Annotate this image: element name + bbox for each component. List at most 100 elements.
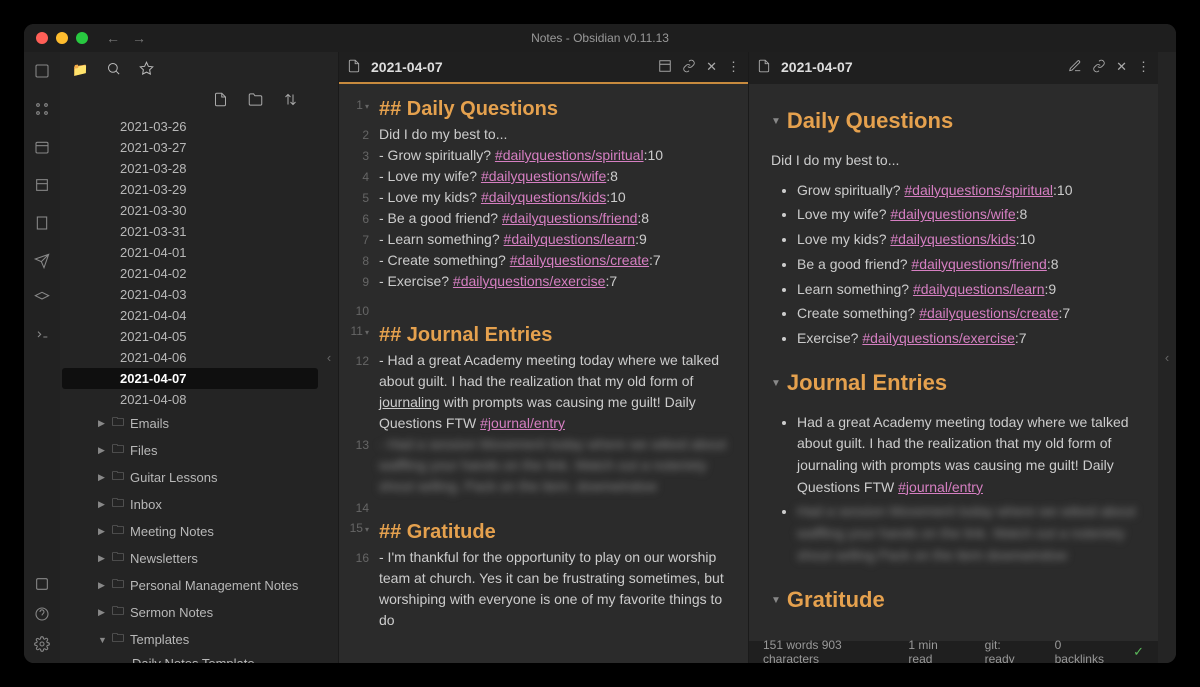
folder-caret-icon: ▼ [98,635,106,645]
folder-item[interactable]: ▶🗀Newsletters [60,545,320,572]
tag-link[interactable]: #dailyquestions/wife [890,206,1015,222]
tag-link[interactable]: #dailyquestions/spiritual [495,147,644,163]
graph-view-icon[interactable] [33,100,51,118]
tag-link[interactable]: #dailyquestions/friend [911,256,1046,272]
tag-link[interactable]: #dailyquestions/kids [481,189,606,205]
link-pane-icon[interactable] [1092,59,1106,76]
minimize-window-button[interactable] [56,32,68,44]
file-icon [757,59,771,76]
tag-link[interactable]: #journal/entry [480,415,565,431]
folder-icon: 🗀 [112,494,124,515]
editor-source[interactable]: 1▾## Daily Questions2Did I do my best to… [339,84,748,663]
nav-back-icon[interactable]: ← [106,30,120,46]
folder-icon[interactable]: 📁 [72,62,88,78]
folder-caret-icon: ▶ [98,418,106,429]
new-folder-icon[interactable] [248,92,263,110]
file-item[interactable]: 2021-03-27 [60,137,320,158]
star-icon[interactable] [139,61,154,79]
tag-link[interactable]: #dailyquestions/exercise [862,330,1015,346]
settings-icon[interactable] [33,635,51,653]
file-icon [347,59,361,76]
quick-switcher-icon[interactable] [33,62,51,80]
nav-forward-icon[interactable]: → [132,30,146,46]
right-sidebar-collapse-icon[interactable]: ‹ [1158,52,1176,663]
folder-caret-icon: ▶ [98,607,106,618]
preview-mode-icon[interactable] [658,59,672,76]
more-options-icon[interactable]: ⋮ [727,59,740,75]
folder-icon: 🗀 [112,548,124,569]
tag-link[interactable]: #dailyquestions/friend [502,210,637,226]
fold-caret-icon[interactable]: ▼ [771,595,781,606]
folder-item[interactable]: ▶🗀Guitar Lessons [60,464,320,491]
folder-item[interactable]: ▶🗀Inbox [60,491,320,518]
folder-item[interactable]: ▶🗀Sermon Notes [60,599,320,626]
list-item: Create something? #dailyquestions/create… [797,303,1136,325]
file-item[interactable]: 2021-04-07 [62,368,318,389]
file-item[interactable]: 2021-04-08 [60,389,320,410]
titlebar: ← → Notes - Obsidian v0.11.13 [24,24,1176,52]
folder-icon: 🗀 [112,467,124,488]
word-count: 151 words 903 characters [763,638,880,663]
tag-link[interactable]: #dailyquestions/create [919,305,1058,321]
sidebar-collapse-icon[interactable]: ‹ [320,52,338,663]
tag-link[interactable]: #dailyquestions/spiritual [904,182,1053,198]
search-icon[interactable] [106,61,121,79]
status-ok-icon: ✓ [1133,644,1144,660]
backlinks-count: 0 backlinks [1055,638,1105,663]
tag-link[interactable]: #journal/entry [898,479,983,495]
sort-icon[interactable] [283,92,298,110]
tab-header-right: 2021-04-07 ✕ ⋮ [749,52,1158,84]
tag-link[interactable]: #dailyquestions/learn [913,281,1045,297]
fold-caret-icon[interactable]: ▼ [771,116,781,127]
vault-icon[interactable] [33,575,51,593]
tag-link[interactable]: #dailyquestions/exercise [453,273,606,289]
send-icon[interactable] [33,252,51,270]
heading: ▼Daily Questions [771,104,1136,138]
file-item[interactable]: 2021-04-04 [60,305,320,326]
tag-link[interactable]: #dailyquestions/wife [481,168,606,184]
command-icon[interactable] [33,328,51,346]
more-options-icon[interactable]: ⋮ [1137,59,1150,75]
folder-caret-icon: ▶ [98,472,106,483]
heading: ▼Gratitude [771,583,1136,617]
folder-item[interactable]: ▶🗀Emails [60,410,320,437]
file-explorer: 📁 2021-03-262021-03-272021-03-282021-03-… [60,52,320,663]
notes-icon[interactable] [33,214,51,232]
edit-mode-icon[interactable] [1068,59,1082,76]
file-item[interactable]: 2021-04-01 [60,242,320,263]
daily-notes-icon[interactable] [33,138,51,156]
folder-item[interactable]: ▶🗀Files [60,437,320,464]
file-item[interactable]: 2021-03-30 [60,200,320,221]
folder-item[interactable]: ▶🗀Meeting Notes [60,518,320,545]
file-item[interactable]: 2021-04-03 [60,284,320,305]
tag-link[interactable]: #dailyquestions/learn [504,231,636,247]
tag-link[interactable]: #dailyquestions/kids [890,231,1015,247]
close-pane-icon[interactable]: ✕ [706,59,717,75]
file-item[interactable]: 2021-03-31 [60,221,320,242]
list-item: Love my kids? #dailyquestions/kids:10 [797,229,1136,251]
help-icon[interactable] [33,605,51,623]
link-pane-icon[interactable] [682,59,696,76]
close-pane-icon[interactable]: ✕ [1116,59,1127,75]
heading: ▼Journal Entries [771,366,1136,400]
file-item[interactable]: 2021-03-29 [60,179,320,200]
file-item[interactable]: 2021-03-28 [60,158,320,179]
folder-item[interactable]: ▶🗀Personal Management Notes [60,572,320,599]
folder-caret-icon: ▶ [98,526,106,537]
zoom-window-button[interactable] [76,32,88,44]
file-item[interactable]: 2021-04-05 [60,326,320,347]
file-item[interactable]: 2021-04-06 [60,347,320,368]
editor-preview[interactable]: ▼Daily QuestionsDid I do my best to...Gr… [749,84,1158,641]
file-item[interactable]: Daily Notes Template [60,653,320,663]
tag-link[interactable]: #dailyquestions/create [510,252,649,268]
file-item[interactable]: 2021-03-26 [60,116,320,137]
close-window-button[interactable] [36,32,48,44]
file-item[interactable]: 2021-04-02 [60,263,320,284]
template-icon[interactable] [33,176,51,194]
fold-caret-icon[interactable]: ▼ [771,378,781,389]
folder-item[interactable]: ▼🗀Templates [60,626,320,653]
new-note-icon[interactable] [213,92,228,110]
folder-caret-icon: ▶ [98,445,106,456]
layers-icon[interactable] [33,290,51,308]
list-item: Learn something? #dailyquestions/learn:9 [797,279,1136,301]
